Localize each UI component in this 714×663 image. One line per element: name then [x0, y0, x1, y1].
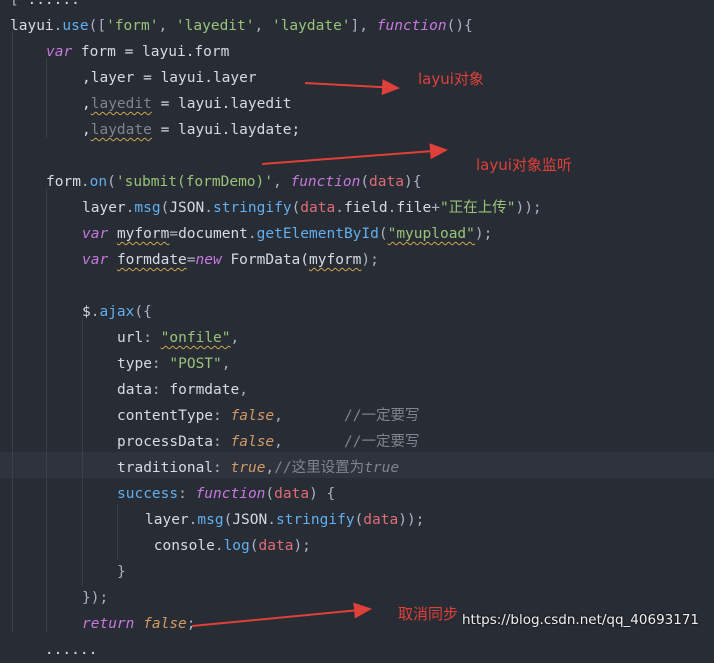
annotation-arrows: [191, 79, 448, 627]
annotation-layui-listener: layui对象监听: [476, 156, 572, 174]
annotation-cancel-sync: 取消同步: [398, 605, 459, 623]
arrow-to-cancel-sync: [191, 602, 372, 627]
arrow-to-layui-objects: [304, 79, 400, 96]
arrow-to-layui-listener: [261, 143, 448, 165]
watermark: https://blog.csdn.net/qq_40693171: [462, 612, 700, 628]
annotation-layui-objects: layui对象: [418, 70, 484, 88]
code-token: ......: [10, 642, 98, 658]
